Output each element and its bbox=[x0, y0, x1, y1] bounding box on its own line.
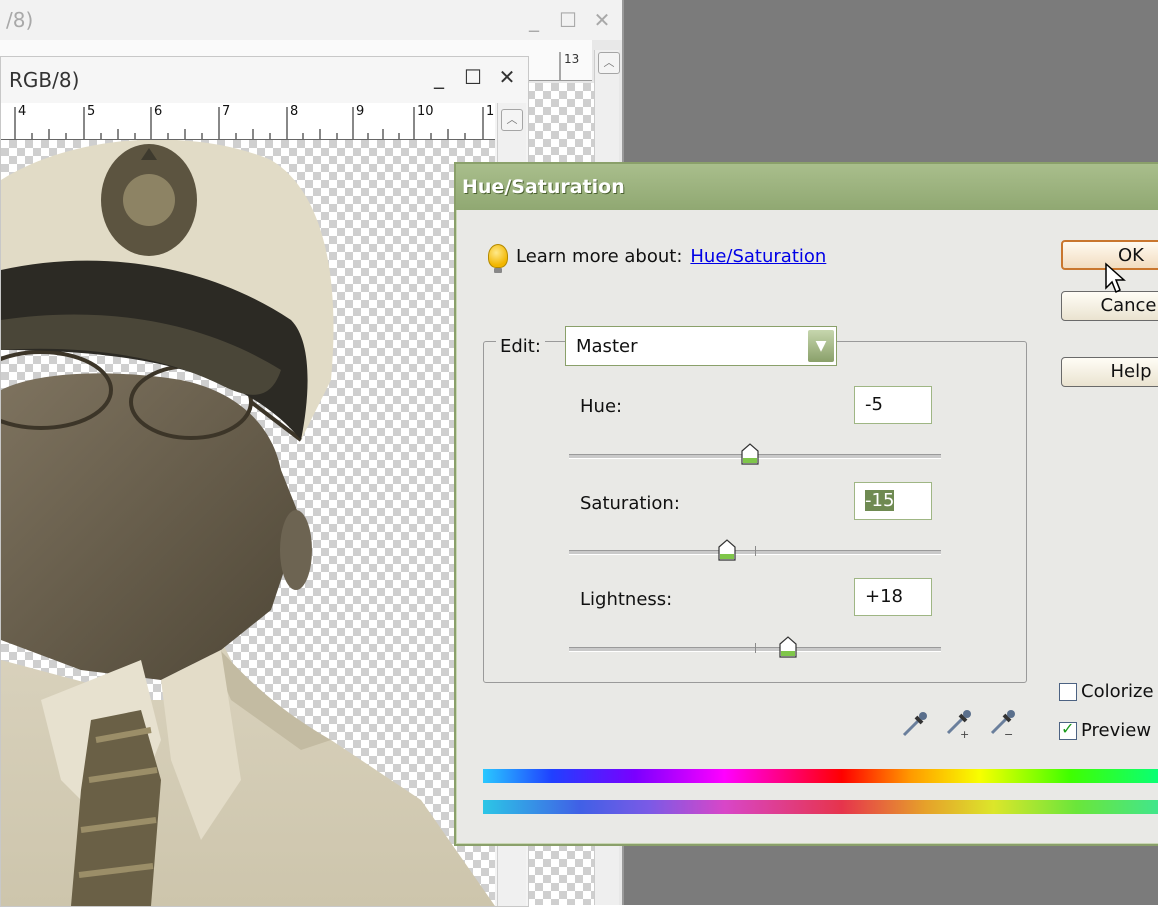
saturation-slider[interactable] bbox=[569, 539, 941, 561]
eyedropper-minus-icon[interactable]: − bbox=[988, 709, 1018, 739]
edit-label: Edit: bbox=[496, 336, 545, 357]
back-window-titlebar[interactable]: /8) _ ☐ ✕ bbox=[0, 0, 622, 40]
maximize-icon[interactable]: ☐ bbox=[558, 10, 578, 30]
mouse-pointer-icon bbox=[1105, 262, 1126, 294]
horizontal-ruler: 4 5 6 7 8 9 10 1 bbox=[1, 103, 495, 140]
front-window-title: RGB/8) bbox=[9, 68, 80, 92]
slider-thumb-icon[interactable] bbox=[740, 442, 760, 466]
hue-input[interactable]: -5 bbox=[854, 386, 932, 424]
eyedropper-icon[interactable] bbox=[900, 709, 930, 739]
close-icon[interactable]: ✕ bbox=[497, 67, 517, 87]
slider-center-mark bbox=[755, 546, 756, 556]
edit-dropdown[interactable]: Master ▼ bbox=[565, 326, 837, 366]
close-icon[interactable]: ✕ bbox=[592, 10, 612, 30]
edit-dropdown-value: Master bbox=[576, 336, 638, 357]
chevron-down-icon[interactable]: ▼ bbox=[808, 330, 834, 362]
saturation-input-selected-text: 15 bbox=[871, 490, 895, 511]
image-canvas[interactable] bbox=[1, 140, 495, 906]
front-document-window[interactable]: RGB/8) _ ☐ ✕ 4 5 6 7 8 9 10 1 ︿ bbox=[0, 56, 529, 907]
saturation-label: Saturation: bbox=[580, 493, 680, 514]
saturation-input-prefix: - bbox=[865, 490, 872, 511]
dialog-title: Hue/Saturation bbox=[462, 176, 625, 198]
sepia-portrait-photo bbox=[1, 140, 495, 906]
lightness-label: Lightness: bbox=[580, 589, 673, 610]
learn-more-link[interactable]: Hue/Saturation bbox=[690, 246, 826, 267]
hue-label: Hue: bbox=[580, 396, 623, 417]
edit-group-box bbox=[483, 341, 1027, 683]
learn-more-prefix: Learn more about: bbox=[516, 245, 683, 267]
ruler-label: 13 bbox=[564, 52, 580, 66]
svg-text:−: − bbox=[1004, 728, 1013, 739]
ruler-label: 7 bbox=[222, 104, 231, 119]
scroll-up-icon[interactable]: ︿ bbox=[501, 109, 523, 131]
ruler-label: 1 bbox=[486, 104, 495, 119]
maximize-icon[interactable]: ☐ bbox=[463, 67, 483, 87]
colorize-checkbox[interactable] bbox=[1059, 682, 1077, 701]
eyedropper-plus-icon[interactable]: + bbox=[944, 709, 974, 739]
learn-more-row: Learn more about: Hue/Saturation bbox=[488, 244, 826, 273]
hue-slider[interactable] bbox=[569, 443, 941, 465]
slider-thumb-icon[interactable] bbox=[717, 538, 737, 562]
hue-saturation-dialog[interactable]: Hue/Saturation Learn more about: Hue/Sat… bbox=[454, 162, 1158, 846]
dialog-titlebar[interactable]: Hue/Saturation bbox=[456, 164, 1158, 210]
minimize-icon[interactable]: _ bbox=[429, 67, 449, 87]
input-color-bar bbox=[483, 769, 1158, 783]
preview-label: Preview bbox=[1081, 720, 1152, 741]
preview-checkbox-row[interactable]: Preview bbox=[1059, 719, 1152, 741]
ruler-label: 9 bbox=[356, 104, 365, 119]
saturation-input[interactable]: -15 bbox=[854, 482, 932, 520]
slider-center-mark bbox=[755, 643, 756, 653]
scroll-up-icon[interactable]: ︿ bbox=[598, 52, 620, 74]
help-button[interactable]: Help bbox=[1061, 357, 1158, 387]
ruler-label: 6 bbox=[154, 104, 163, 119]
ruler-label: 8 bbox=[290, 104, 299, 119]
output-color-bar bbox=[483, 800, 1158, 814]
front-window-titlebar[interactable]: RGB/8) _ ☐ ✕ bbox=[1, 57, 528, 103]
colorize-checkbox-row[interactable]: Colorize bbox=[1059, 681, 1154, 702]
ruler-label: 5 bbox=[87, 104, 96, 119]
minimize-icon[interactable]: _ bbox=[524, 10, 544, 30]
preview-checkbox[interactable] bbox=[1059, 719, 1077, 740]
back-window-title: /8) bbox=[6, 8, 34, 32]
ruler-label: 10 bbox=[417, 104, 434, 119]
lightness-input[interactable]: +18 bbox=[854, 578, 932, 616]
lightbulb-icon bbox=[488, 244, 508, 273]
lightness-slider[interactable] bbox=[569, 636, 941, 658]
ruler-label: 4 bbox=[18, 104, 27, 119]
svg-text:+: + bbox=[960, 728, 969, 739]
colorize-label: Colorize bbox=[1081, 681, 1154, 702]
slider-thumb-icon[interactable] bbox=[778, 635, 798, 659]
